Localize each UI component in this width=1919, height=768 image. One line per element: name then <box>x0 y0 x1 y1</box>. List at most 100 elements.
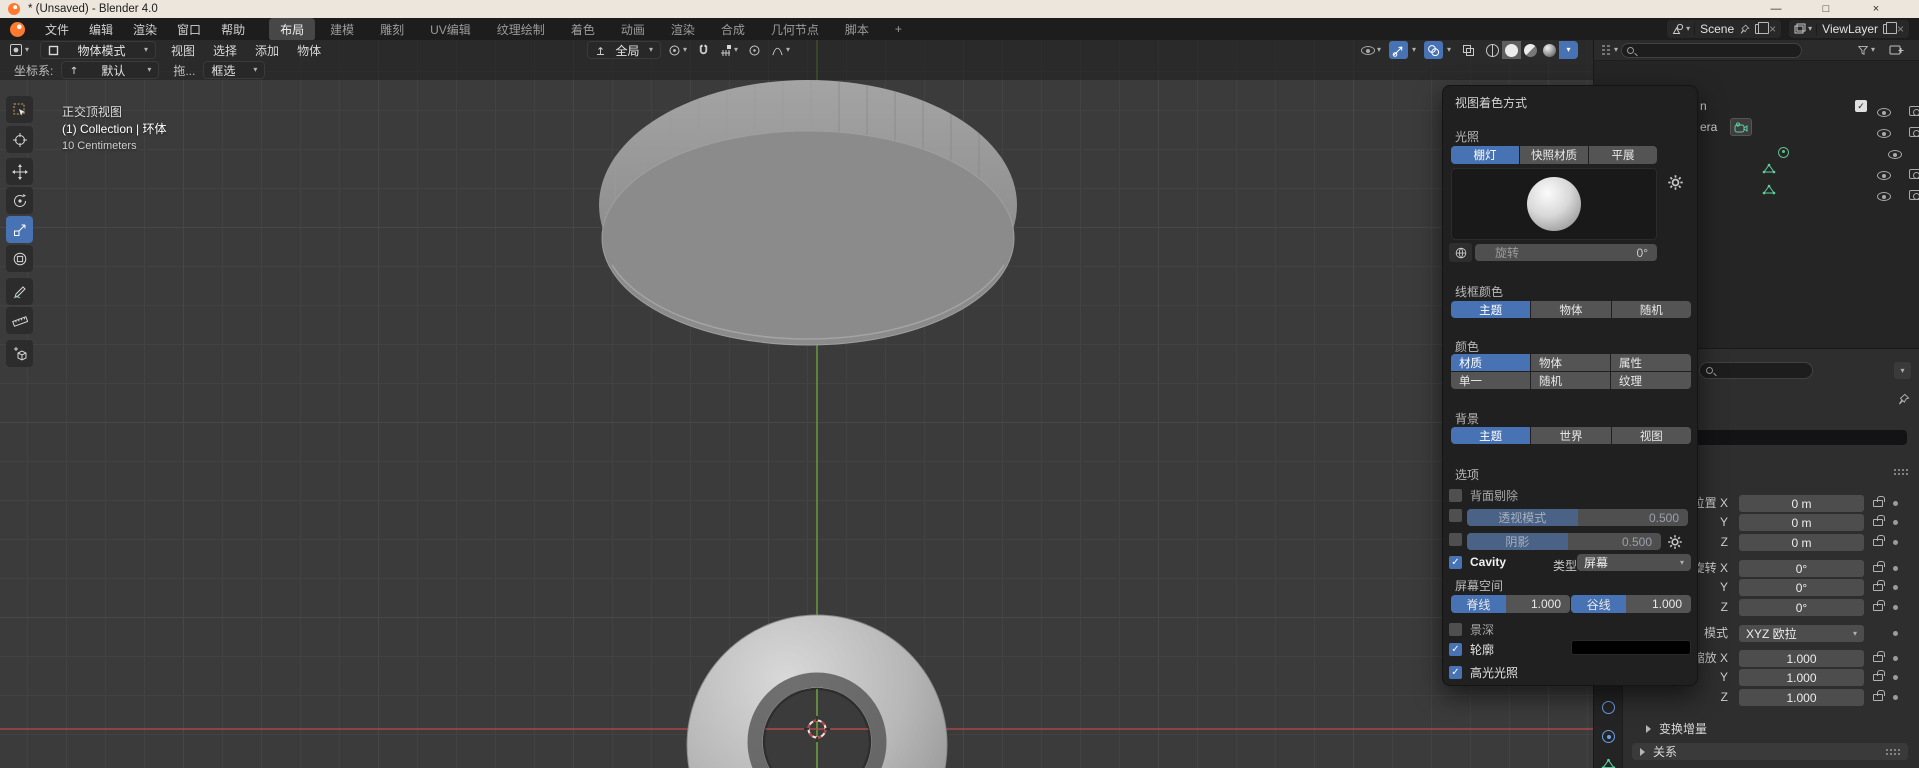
close-button[interactable]: × <box>1863 3 1889 15</box>
keyframe-dot[interactable] <box>1893 566 1898 571</box>
scale-z-field[interactable]: 1.000 <box>1739 689 1864 706</box>
camera-data-badge[interactable] <box>1730 118 1752 136</box>
lighting-studio-button[interactable]: 棚灯 <box>1451 146 1519 164</box>
viewlayer-name[interactable]: ViewLayer <box>1822 22 1878 36</box>
lock-open-icon[interactable] <box>1873 500 1883 507</box>
shading-wireframe-button[interactable] <box>1483 41 1502 59</box>
menu-edit[interactable]: 编辑 <box>79 19 123 40</box>
tab-layout[interactable]: 布局 <box>269 18 315 41</box>
color-attribute-button[interactable]: 属性 <box>1611 354 1691 371</box>
color-texture-button[interactable]: 纹理 <box>1611 372 1691 389</box>
pin-icon[interactable] <box>1897 393 1910 406</box>
color-object-button[interactable]: 物体 <box>1531 354 1610 371</box>
tab-sculpting[interactable]: 雕刻 <box>369 18 415 41</box>
transform-orientation-dropdown[interactable]: 全局 ▾ <box>587 41 661 59</box>
rotation-mode-dropdown[interactable]: XYZ 欧拉▾ <box>1739 625 1864 642</box>
shading-rendered-button[interactable] <box>1540 41 1559 59</box>
menu-select[interactable]: 选择 <box>204 42 246 59</box>
snap-toggle[interactable] <box>694 41 713 59</box>
tab-scripting[interactable]: 脚本 <box>834 18 880 41</box>
keyframe-dot[interactable] <box>1893 656 1898 661</box>
lock-open-icon[interactable] <box>1873 584 1883 591</box>
show-overlays-toggle[interactable] <box>1424 41 1443 59</box>
background-theme-button[interactable]: 主题 <box>1451 427 1530 444</box>
keyframe-dot[interactable] <box>1893 675 1898 680</box>
show-gizmo-toggle[interactable] <box>1389 41 1408 59</box>
scene-selector[interactable]: ▾ Scene × <box>1667 20 1781 38</box>
gear-icon[interactable] <box>1667 534 1683 550</box>
lock-open-icon[interactable] <box>1873 565 1883 572</box>
tab-modeling[interactable]: 建模 <box>319 18 365 41</box>
tool-rotate[interactable] <box>6 187 33 214</box>
mode-dropdown[interactable]: 物体模式 ▾ <box>40 41 156 59</box>
scale-x-field[interactable]: 1.000 <box>1739 650 1864 667</box>
dof-checkbox[interactable] <box>1449 623 1462 636</box>
render-camera-icon[interactable] <box>1909 127 1919 137</box>
outliner-filter-button[interactable]: ▾ <box>1857 44 1875 56</box>
hide-eye-icon[interactable] <box>1888 150 1902 159</box>
snap-settings-dropdown[interactable]: ▾ <box>717 41 741 59</box>
rotation-x-field[interactable]: 0° <box>1739 560 1864 577</box>
lock-open-icon[interactable] <box>1873 674 1883 681</box>
properties-options-dropdown[interactable]: ▾ <box>1894 362 1911 379</box>
tool-scale[interactable] <box>6 216 33 243</box>
shadow-slider[interactable]: 阴影 0.500 <box>1467 533 1661 550</box>
proportional-editing-toggle[interactable] <box>745 41 764 59</box>
keyframe-dot[interactable] <box>1893 605 1898 610</box>
lock-open-icon[interactable] <box>1873 694 1883 701</box>
menu-view[interactable]: 视图 <box>162 42 204 59</box>
new-viewlayer-icon[interactable] <box>1883 24 1892 34</box>
lock-open-icon[interactable] <box>1873 539 1883 546</box>
hide-eye-icon[interactable] <box>1877 192 1891 201</box>
outline-checkbox[interactable]: ✓ <box>1449 643 1462 656</box>
falloff-dropdown[interactable]: ▾ <box>768 41 793 59</box>
tool-orientation-dropdown[interactable]: 默认 ▾ <box>61 61 159 79</box>
hide-eye-icon[interactable] <box>1877 129 1891 138</box>
color-random-button[interactable]: 随机 <box>1531 372 1610 389</box>
tab-shading[interactable]: 着色 <box>560 18 606 41</box>
overlay-settings-dropdown[interactable]: ▾ <box>1444 41 1454 59</box>
tool-annotate[interactable] <box>6 278 33 305</box>
valley-slider[interactable]: 谷线 1.000 <box>1571 595 1691 613</box>
studiolight-rotation-slider[interactable]: 旋转 0° <box>1475 244 1657 261</box>
panel-grip[interactable] <box>1885 748 1900 755</box>
wire-theme-button[interactable]: 主题 <box>1451 301 1530 318</box>
relations-panel-header[interactable]: 关系 <box>1632 743 1908 760</box>
ridge-slider[interactable]: 脊线 1.000 <box>1451 595 1570 613</box>
shading-dropdown-open[interactable]: ▾ <box>1559 41 1578 59</box>
outliner-display-mode[interactable]: ▾ <box>1600 44 1618 56</box>
shadow-checkbox[interactable] <box>1449 533 1462 546</box>
render-camera-icon[interactable] <box>1909 169 1919 179</box>
visibility-dropdown[interactable]: ▾ <box>1358 41 1384 59</box>
menu-add[interactable]: 添加 <box>246 42 288 59</box>
lighting-flat-button[interactable]: 平展 <box>1589 146 1657 164</box>
gizmo-settings-dropdown[interactable]: ▾ <box>1409 41 1419 59</box>
hide-eye-icon[interactable] <box>1877 108 1891 117</box>
color-single-button[interactable]: 单一 <box>1451 372 1530 389</box>
cavity-checkbox[interactable]: ✓ <box>1449 556 1462 569</box>
specular-checkbox[interactable]: ✓ <box>1449 666 1462 679</box>
hide-eye-icon[interactable] <box>1877 171 1891 180</box>
studiolight-preview[interactable] <box>1451 168 1657 240</box>
tool-cursor[interactable] <box>6 126 33 153</box>
drag-mode-dropdown[interactable]: 框选 ▾ <box>203 61 265 79</box>
background-viewport-button[interactable]: 视图 <box>1612 427 1691 444</box>
outliner-search-input[interactable] <box>1621 43 1802 58</box>
tool-add-cube[interactable] <box>6 340 33 367</box>
scale-y-field[interactable]: 1.000 <box>1739 669 1864 686</box>
xray-toggle[interactable] <box>1459 41 1478 59</box>
keyframe-dot[interactable] <box>1893 540 1898 545</box>
menu-render[interactable]: 渲染 <box>123 19 167 40</box>
viewport-canvas[interactable]: ▾ 物体模式 ▾ 视图 选择 添加 物体 全局 ▾ ▾ <box>0 40 1593 768</box>
render-camera-icon[interactable] <box>1909 106 1919 116</box>
scene-name[interactable]: Scene <box>1700 22 1734 36</box>
new-collection-button[interactable] <box>1889 43 1904 60</box>
menu-object[interactable]: 物体 <box>288 42 330 59</box>
outline-color-swatch[interactable] <box>1571 640 1691 655</box>
location-y-field[interactable]: 0 m <box>1739 514 1864 531</box>
rotation-z-field[interactable]: 0° <box>1739 599 1864 616</box>
lock-open-icon[interactable] <box>1873 655 1883 662</box>
xray-slider[interactable]: 透视模式 0.500 <box>1467 509 1688 526</box>
gear-icon[interactable] <box>1667 174 1684 191</box>
menu-help[interactable]: 帮助 <box>211 19 255 40</box>
